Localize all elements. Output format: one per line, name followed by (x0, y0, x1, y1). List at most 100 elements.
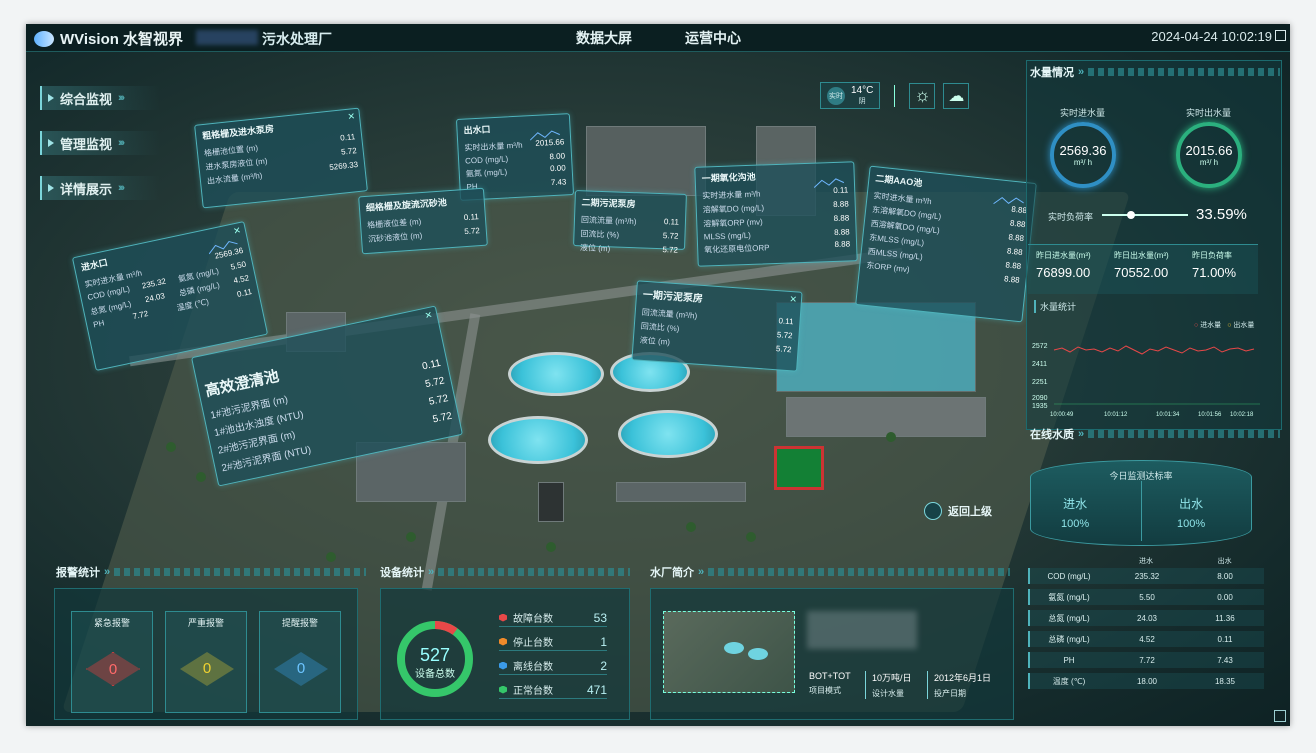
row-value: 8.88 (832, 199, 849, 209)
compliance-label: 出水 (1179, 497, 1204, 511)
tree (686, 522, 696, 532)
nav-overview[interactable]: 综合监视 ››› (40, 86, 160, 110)
tree (886, 432, 896, 442)
row-value: 8.88 (1009, 218, 1026, 230)
intro-value: 2012年6月1日 (934, 673, 992, 683)
intro-label: 投产日期 (934, 689, 966, 698)
chevron-icon: » (428, 566, 435, 578)
cell: PH (1063, 655, 1075, 665)
stat-label: 昨日进水量(m³) (1036, 251, 1091, 260)
close-icon[interactable]: ✕ (347, 111, 356, 123)
row-label: 溶解氧DO (mg/L) (702, 203, 765, 215)
decoration (1088, 430, 1280, 438)
outflow-value: 2015.66 (1185, 143, 1233, 158)
device-count: 471 (586, 682, 607, 697)
row-value: 0.11 (421, 357, 442, 373)
yesterday-outflow: 昨日出水量(m³) 70552.00 (1114, 250, 1188, 280)
panel-fine-screen[interactable]: 细格栅及旋流沉砂池 格栅液位差 (m) 0.11 沉砂池液位 (m) 5.72 (358, 187, 488, 255)
clarifier-pool (488, 416, 588, 464)
device-label: 离线台数 (513, 662, 553, 673)
section-title-quality: 在线水质 » (1030, 426, 1280, 442)
inflow-unit: m³/ h (1073, 158, 1093, 167)
close-icon[interactable]: ✕ (232, 225, 242, 237)
nav-label: 综合监视 (60, 91, 113, 107)
device-total-label: 设备总数 (415, 667, 455, 680)
row-value: 0.11 (339, 132, 356, 143)
panel-oxidation-ditch[interactable]: 一期氧化沟池 实时进水量 m³/h 0.11 溶解氧DO (mg/L) 8.88 溶… (694, 161, 858, 267)
chevron-icon: » (1078, 428, 1085, 440)
play-icon (48, 94, 54, 102)
alarm-card-reminder[interactable]: 提醒报警 0 (259, 611, 341, 713)
alarm-card-critical[interactable]: 紧急报警 0 (71, 611, 153, 713)
inflow-series-line (1053, 345, 1255, 355)
section-title-label: 设备统计 (380, 567, 424, 579)
alarm-label: 严重报警 (187, 618, 224, 628)
volume-legend: ○ 进水量 ○ 出水量 (1194, 320, 1254, 330)
table-row: PH 7.72 7.43 (1028, 652, 1264, 668)
panel-sludge-pump-1[interactable]: 一期污泥泵房 ✕ 回流流量 (m³/h) 0.11 回流比 (%) 5.72 液位 (… (631, 280, 803, 372)
load-rate-knob (1126, 211, 1135, 219)
nav-management[interactable]: 管理监视 ››› (40, 131, 160, 155)
device-panel: 527 设备总数 故障台数 53 停止台数 1 离线台数 2 正常台数 471 (380, 588, 630, 720)
device-count: 2 (600, 658, 607, 673)
cell: 4.52 (1139, 634, 1155, 644)
row-label: 沉砂池液位 (m) (367, 231, 423, 244)
panel-aao-tank[interactable]: 二期AAO池 实时进水量 m³/h 8.88 东溶解氧DO (mg/L) 8.88 … (855, 165, 1037, 323)
x-tick-label: 10:01:12 (1104, 412, 1128, 418)
device-row-fault[interactable]: 故障台数 53 (499, 609, 607, 627)
panel-sludge-pump-2[interactable]: 二期污泥泵房 回流流量 (m³/h) 0.11 回流比 (%) 5.72 液位 (m… (573, 190, 687, 255)
row-value: 0.11 (663, 217, 680, 227)
expand-icon[interactable] (1274, 710, 1286, 722)
device-label: 故障台数 (513, 614, 553, 625)
cell: 0.11 (1217, 634, 1233, 644)
load-rate-value: 33.59% (1196, 206, 1247, 223)
legend-dot-icon: ○ (1227, 322, 1232, 329)
cloudy-icon[interactable]: ☁ (943, 82, 970, 109)
dashboard-frame: WVision 水智视界 污水处理厂 数据大屏 运营中心 2024-04-24 … (26, 24, 1290, 726)
device-donut: 527 设备总数 (397, 621, 473, 697)
panel-pump-house[interactable]: 粗格栅及进水泵房 ✕ 格栅池位置 (m) 0.11 进水泵房液位 (m) 5.72 出… (194, 107, 368, 209)
chevrons-icon: ››› (118, 92, 125, 104)
device-row-offline[interactable]: 离线台数 2 (499, 657, 607, 675)
y-tick-label: 2572 (1032, 343, 1048, 350)
table-row: COD (mg/L) 235.32 8.00 (1028, 568, 1264, 584)
brand-logo: WVision 水智视界 (34, 28, 183, 49)
row-label: 液位 (m) (579, 243, 611, 254)
y-tick-label: 2411 (1032, 361, 1047, 368)
alarm-count: 0 (296, 660, 306, 677)
close-icon[interactable]: ✕ (424, 309, 434, 321)
alarm-count: 0 (202, 660, 212, 677)
tree (546, 542, 556, 552)
cell: COD (mg/L) (1047, 571, 1091, 581)
tab-data-screen[interactable]: 数据大屏 (576, 28, 632, 48)
play-icon (48, 139, 54, 147)
row-label: 回流流量 (m³/h) (641, 307, 698, 321)
y-tick-label: 1935 (1032, 403, 1048, 410)
stat-label: 昨日负荷率 (1192, 251, 1232, 260)
sun-icon[interactable]: ☼ (909, 82, 936, 109)
compliance-cylinder: 今日监测达标率 进水 100% 出水 100% (1030, 460, 1252, 546)
row-value: 8.88 (833, 227, 850, 237)
close-icon[interactable]: ✕ (789, 294, 797, 305)
device-row-normal[interactable]: 正常台数 471 (499, 681, 607, 699)
chevron-icon: » (104, 566, 111, 578)
row-label: 实时出水量 m³/h (464, 140, 523, 153)
decoration (708, 568, 1010, 576)
quality-table: 进水 出水 COD (mg/L) 235.32 8.00 氨氮 (mg/L) 5.50 0… (1028, 554, 1264, 694)
tab-operations-center[interactable]: 运营中心 (685, 28, 741, 48)
device-count: 53 (593, 610, 607, 625)
back-button[interactable]: 返回上级 (924, 500, 1004, 522)
cell: 总磷 (mg/L) (1048, 634, 1090, 644)
col-header: 进水 (1139, 558, 1153, 565)
row-value: 8.88 (1005, 260, 1022, 271)
device-count: 1 (600, 634, 607, 649)
decoration (438, 568, 630, 576)
legend-label: 出水量 (1233, 322, 1255, 329)
alarm-card-severe[interactable]: 严重报警 0 (165, 611, 247, 713)
thumbnail-pool (748, 648, 768, 660)
nav-details[interactable]: 详情展示 ››› (40, 176, 160, 200)
device-row-stopped[interactable]: 停止台数 1 (499, 633, 607, 651)
row-value: 0.11 (778, 316, 794, 327)
fullscreen-icon[interactable] (1275, 30, 1286, 41)
stat-label: 昨日出水量(m³) (1114, 251, 1169, 260)
